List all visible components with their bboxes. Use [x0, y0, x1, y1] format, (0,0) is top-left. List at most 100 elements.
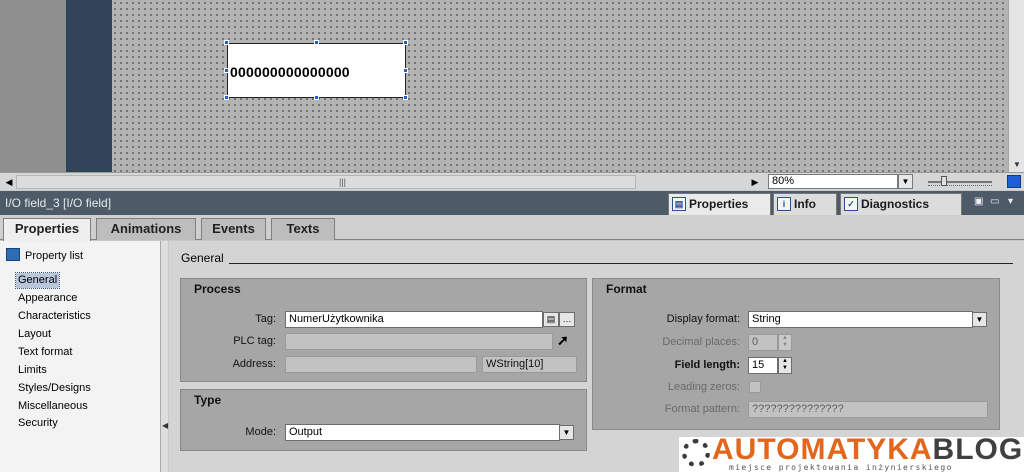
watermark-brand-part1: AUTOMATYKA [712, 433, 933, 466]
subtab-properties[interactable]: Properties [3, 218, 91, 241]
property-item-layout[interactable]: Layout [16, 327, 53, 342]
resize-handle-e[interactable] [403, 68, 408, 73]
canvas-bottom-bar: ◀ ||| ▶ 80% ▼ [0, 172, 1024, 190]
resize-handle-ne[interactable] [403, 40, 408, 45]
go-to-plc-tag-icon[interactable]: ➚ [557, 332, 569, 349]
section-divider [229, 263, 1013, 264]
property-item-characteristics[interactable]: Characteristics [16, 309, 93, 324]
property-list-header-label: Property list [25, 250, 84, 262]
tab-info-label: Info [794, 197, 816, 211]
tab-diagnostics-label: Diagnostics [861, 197, 930, 211]
gear-logo-icon [682, 439, 710, 467]
property-item-appearance[interactable]: Appearance [16, 291, 79, 306]
automatykablog-watermark: AUTOMATYKABLOG miejsce projektowania inż… [679, 435, 1024, 472]
tag-browse-button[interactable]: … [559, 312, 575, 327]
subtab-animations[interactable]: Animations [96, 218, 196, 240]
zoom-slider-ticks [928, 185, 992, 188]
leading-zeros-checkbox [749, 381, 761, 393]
spin-down-icon: ▼ [782, 342, 788, 348]
scroll-right-arrow-icon[interactable]: ▶ [748, 175, 762, 189]
field-length-input[interactable]: 15 [748, 357, 778, 374]
mode-select[interactable]: Output [285, 424, 560, 441]
zoom-select[interactable]: 80% [768, 174, 898, 189]
io-field-widget[interactable]: 000000000000000 [227, 43, 406, 98]
scroll-left-arrow-icon[interactable]: ◀ [2, 175, 16, 189]
info-icon: i [777, 197, 791, 211]
spin-up-icon[interactable]: ▲ [779, 358, 791, 365]
resize-handle-n[interactable] [314, 40, 319, 45]
tag-list-button-icon[interactable]: ▤ [543, 312, 559, 327]
inspector-header: I/O field_3 [I/O field] ▤ Properties i I… [0, 191, 1024, 215]
splitter-collapse-icon[interactable]: ◀ [162, 421, 168, 430]
io-field-value: 000000000000000 [230, 64, 350, 80]
process-group: Process Tag: NumerUżytkownika ▤ … PLC ta… [180, 278, 587, 382]
tab-info[interactable]: i Info [773, 193, 837, 215]
address-field [285, 356, 477, 373]
inspector-title: I/O field_3 [I/O field] [5, 196, 112, 210]
subtab-events[interactable]: Events [201, 218, 266, 240]
decimal-places-spinner: ▲ ▼ [778, 334, 792, 351]
watermark-brand-part2: BLOG [932, 433, 1024, 466]
canvas-vertical-scrollbar[interactable]: ▼ [1008, 0, 1024, 172]
horizontal-scrollbar[interactable]: ||| [16, 175, 636, 189]
subtab-texts[interactable]: Texts [271, 218, 335, 240]
canvas-dark-margin [66, 0, 112, 172]
zoom-slider-knob[interactable] [941, 176, 947, 186]
resize-handle-sw[interactable] [224, 95, 229, 100]
plc-tag-label: PLC tag: [233, 335, 276, 347]
screen-canvas-area: 000000000000000 ▼ [0, 0, 1024, 172]
watermark-brand: AUTOMATYKABLOG [712, 435, 1023, 465]
tag-input[interactable]: NumerUżytkownika [285, 311, 543, 328]
zoom-fit-icon[interactable] [1007, 175, 1021, 188]
scroll-down-arrow-icon[interactable]: ▼ [1012, 160, 1022, 170]
plc-tag-field [285, 333, 553, 350]
format-group: Format Display format: String ▼ Decimal … [592, 278, 1000, 430]
address-type-field: WString[10] [482, 356, 577, 373]
section-title-general: General [181, 251, 224, 265]
collapse-window-icon[interactable]: ▾ [1008, 197, 1018, 207]
property-item-text-format[interactable]: Text format [16, 345, 74, 360]
tab-properties[interactable]: ▤ Properties [668, 193, 771, 215]
field-length-spinner[interactable]: ▲ ▼ [778, 357, 792, 374]
properties-icon: ▤ [672, 197, 686, 211]
restore-window-icon[interactable]: ▣ [974, 197, 984, 207]
type-group: Type Mode: Output ▼ [180, 389, 587, 451]
property-item-miscellaneous[interactable]: Miscellaneous [16, 399, 90, 414]
type-group-title: Type [194, 393, 222, 407]
leading-zeros-label: Leading zeros: [667, 381, 740, 393]
panel-splitter[interactable]: ◀ [160, 241, 168, 472]
display-format-dropdown-icon[interactable]: ▼ [972, 312, 987, 327]
address-label: Address: [232, 358, 276, 370]
decimal-places-label: Decimal places: [662, 336, 740, 348]
canvas-margin [0, 0, 66, 172]
display-format-select[interactable]: String [748, 311, 973, 328]
mode-dropdown-icon[interactable]: ▼ [559, 425, 574, 440]
diagnostics-icon: ✓ [844, 197, 858, 211]
display-format-label: Display format: [666, 313, 740, 325]
inspector-subtabs: Properties Animations Events Texts [0, 215, 1024, 241]
resize-handle-w[interactable] [224, 68, 229, 73]
spin-down-icon[interactable]: ▼ [779, 365, 791, 372]
resize-handle-nw[interactable] [224, 40, 229, 45]
scroll-grip-icon: ||| [339, 177, 347, 187]
property-item-limits[interactable]: Limits [16, 363, 49, 378]
tab-diagnostics[interactable]: ✓ Diagnostics [840, 193, 962, 215]
zoom-dropdown-icon[interactable]: ▼ [898, 174, 913, 189]
property-list-header: Property list [6, 248, 83, 262]
property-item-styles-designs[interactable]: Styles/Designs [16, 381, 93, 396]
format-pattern-input: ??????????????? [748, 401, 988, 418]
minimize-window-icon[interactable]: ▭ [990, 197, 1000, 207]
property-list-panel: Property list General Appearance Charact… [0, 241, 168, 472]
horizontal-scroll-thumb[interactable] [17, 176, 635, 188]
property-item-security[interactable]: Security [16, 416, 60, 431]
property-item-general[interactable]: General [14, 272, 61, 289]
zoom-slider-track[interactable] [928, 181, 992, 183]
resize-handle-se[interactable] [403, 95, 408, 100]
tag-label: Tag: [255, 313, 276, 325]
watermark-tagline: miejsce projektowania inżynierskiego [729, 463, 953, 472]
resize-handle-s[interactable] [314, 95, 319, 100]
format-pattern-label: Format pattern: [664, 403, 740, 415]
process-group-title: Process [194, 282, 241, 296]
tab-properties-label: Properties [689, 197, 749, 211]
mode-label: Mode: [245, 426, 276, 438]
